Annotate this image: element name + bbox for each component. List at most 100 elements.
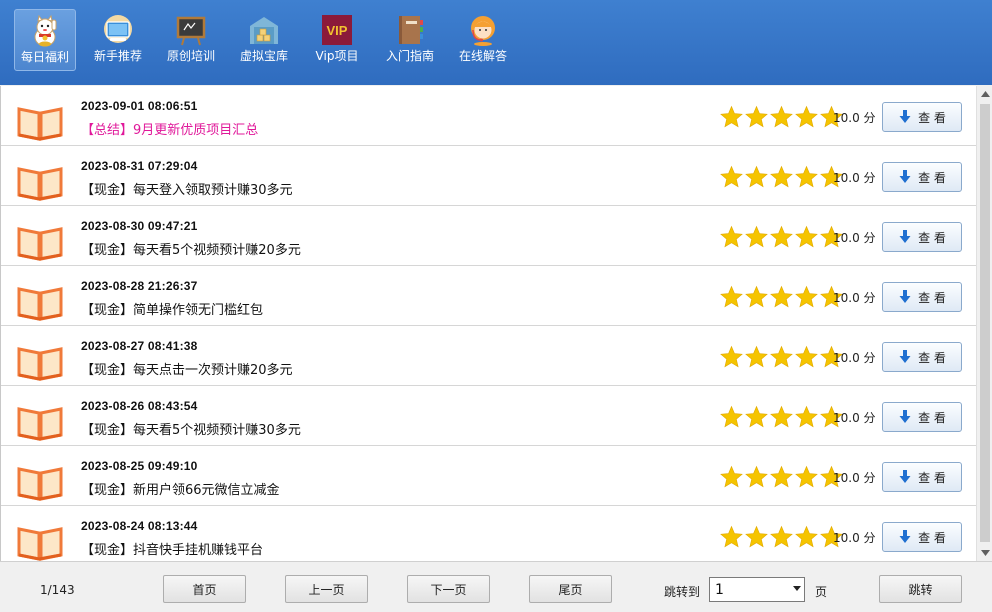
list-item[interactable]: 2023-08-30 09:47:21 【现金】每天看5个视频预计赚20多元 1… (1, 206, 976, 266)
star-icon (745, 105, 768, 128)
item-date: 2023-08-26 08:43:54 (81, 399, 198, 413)
scrollbar-thumb[interactable] (980, 104, 990, 542)
download-arrow-icon (899, 350, 911, 363)
list-item[interactable]: 2023-08-28 21:26:37 【现金】简单操作领无门槛红包 10.0 … (1, 266, 976, 326)
item-date: 2023-08-28 21:26:37 (81, 279, 198, 293)
item-score: 10.0 分 (833, 471, 876, 485)
item-score: 10.0 分 (833, 351, 876, 365)
item-title[interactable]: 【现金】简单操作领无门槛红包 (81, 299, 263, 318)
rating-stars (719, 285, 844, 309)
item-title[interactable]: 【现金】每天看5个视频预计赚30多元 (81, 419, 301, 438)
item-score: 10.0 分 (833, 111, 876, 125)
rating-stars (719, 225, 844, 249)
star-icon (745, 465, 768, 488)
item-date: 2023-08-25 09:49:10 (81, 459, 198, 473)
star-icon (795, 465, 818, 488)
star-icon (720, 465, 743, 488)
view-button[interactable]: 查 看 (882, 282, 962, 312)
notebook-icon (399, 16, 423, 44)
star-icon (795, 285, 818, 308)
star-icon (770, 165, 793, 188)
item-title[interactable]: 【现金】每天看5个视频预计赚20多元 (81, 239, 301, 258)
tool-label: 在线解答 (458, 49, 507, 63)
jump-button[interactable]: 跳转 (879, 575, 962, 603)
download-arrow-icon (899, 170, 911, 183)
list-item[interactable]: 2023-08-31 07:29:04 【现金】每天登入领取预计赚30多元 10… (1, 146, 976, 206)
download-arrow-icon (899, 470, 911, 483)
view-button-label: 查 看 (918, 530, 946, 545)
item-score: 10.0 分 (833, 411, 876, 425)
tool-virtual-treasury[interactable]: 虚拟宝库 (233, 9, 295, 71)
pagination-bar: 1/143 首页 上一页 下一页 尾页 跳转到 1 页 跳转 (0, 561, 992, 612)
last-page-button[interactable]: 尾页 (529, 575, 612, 603)
open-book-icon (17, 227, 63, 261)
star-icon (745, 525, 768, 548)
star-icon (720, 345, 743, 368)
tool-getting-started[interactable]: 入门指南 (379, 9, 441, 71)
item-title[interactable]: 【现金】每天点击一次预计赚20多元 (81, 359, 293, 378)
list-item[interactable]: 2023-08-24 08:13:44 【现金】抖音快手挂机赚钱平台 10.0 … (1, 506, 976, 561)
star-icon (770, 465, 793, 488)
jump-to-label: 跳转到 (664, 585, 701, 599)
page-select[interactable]: 1 (709, 577, 805, 602)
item-title[interactable]: 【总结】9月更新优质项目汇总 (81, 119, 258, 138)
tool-vip-project[interactable]: VIP Vip项目 (306, 9, 368, 71)
download-arrow-icon (899, 530, 911, 543)
tool-label: 原创培训 (166, 49, 215, 63)
vip-badge-text: VIP (327, 23, 348, 38)
page-select-value: 1 (715, 581, 724, 598)
scroll-up-arrow-icon[interactable] (977, 86, 992, 102)
view-button[interactable]: 查 看 (882, 462, 962, 492)
open-book-icon (17, 347, 63, 381)
next-page-button[interactable]: 下一页 (407, 575, 490, 603)
prev-page-button[interactable]: 上一页 (285, 575, 368, 603)
tool-original-training[interactable]: 原创培训 (160, 9, 222, 71)
view-button-label: 查 看 (918, 170, 946, 185)
list-item[interactable]: 2023-08-27 08:41:38 【现金】每天点击一次预计赚20多元 10… (1, 326, 976, 386)
list-item[interactable]: 2023-09-01 08:06:51 【总结】9月更新优质项目汇总 10.0 … (1, 86, 976, 146)
item-date: 2023-08-30 09:47:21 (81, 219, 198, 233)
scroll-down-arrow-icon[interactable] (977, 545, 992, 561)
item-title[interactable]: 【现金】抖音快手挂机赚钱平台 (81, 539, 263, 558)
view-button[interactable]: 查 看 (882, 222, 962, 252)
open-book-icon (17, 107, 63, 141)
view-button[interactable]: 查 看 (882, 402, 962, 432)
monitor-icon (104, 15, 132, 43)
item-score: 10.0 分 (833, 231, 876, 245)
download-arrow-icon (899, 410, 911, 423)
item-date: 2023-08-24 08:13:44 (81, 519, 198, 533)
download-arrow-icon (899, 110, 911, 123)
list-item[interactable]: 2023-08-26 08:43:54 【现金】每天看5个视频预计赚30多元 1… (1, 386, 976, 446)
view-button-label: 查 看 (918, 410, 946, 425)
support-agent-icon (471, 16, 495, 46)
first-page-button[interactable]: 首页 (163, 575, 246, 603)
rating-stars (719, 105, 844, 129)
download-arrow-icon (899, 290, 911, 303)
tool-label: 虚拟宝库 (239, 49, 288, 63)
item-date: 2023-08-27 08:41:38 (81, 339, 198, 353)
blackboard-icon (176, 16, 206, 46)
list-item[interactable]: 2023-08-25 09:49:10 【现金】新用户领66元微信立减金 10.… (1, 446, 976, 506)
view-button[interactable]: 查 看 (882, 102, 962, 132)
tool-online-answer[interactable]: 在线解答 (452, 9, 514, 71)
view-button[interactable]: 查 看 (882, 162, 962, 192)
view-button-label: 查 看 (918, 470, 946, 485)
rating-stars (719, 525, 844, 549)
star-icon (745, 345, 768, 368)
rating-stars (719, 465, 844, 489)
star-icon (795, 525, 818, 548)
view-button[interactable]: 查 看 (882, 342, 962, 372)
tool-daily-welfare[interactable]: 每日福利 (14, 9, 76, 71)
item-title[interactable]: 【现金】新用户领66元微信立减金 (81, 479, 280, 498)
page-unit-label: 页 (815, 585, 828, 599)
star-icon (745, 405, 768, 428)
star-icon (795, 165, 818, 188)
rating-stars (719, 165, 844, 189)
vertical-scrollbar[interactable] (976, 86, 992, 561)
tool-newbie-recommend[interactable]: 新手推荐 (87, 9, 149, 71)
item-title[interactable]: 【现金】每天登入领取预计赚30多元 (81, 179, 293, 198)
view-button[interactable]: 查 看 (882, 522, 962, 552)
open-book-icon (17, 467, 63, 501)
open-book-icon (17, 407, 63, 441)
tool-label: 新手推荐 (93, 49, 142, 63)
